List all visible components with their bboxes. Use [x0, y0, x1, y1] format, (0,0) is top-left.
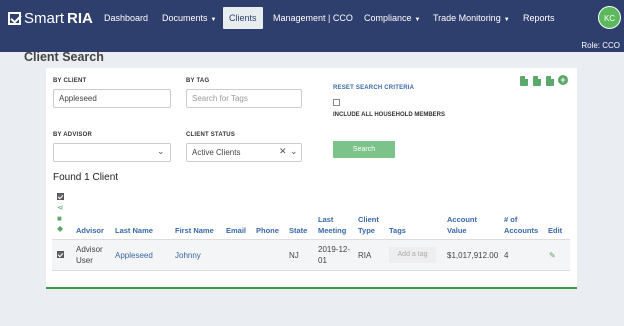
export-pdf-icon[interactable]	[546, 76, 554, 86]
col-edit: Edit	[548, 226, 563, 235]
by-tag-label: BY TAG	[186, 78, 210, 84]
page-title: Client Search	[24, 50, 104, 64]
row-last-meeting-line1: 2019-12-	[318, 245, 351, 254]
caret-down-icon: ▼	[414, 17, 421, 23]
results-count: Found 1 Client	[53, 172, 119, 183]
row-state: NJ	[289, 251, 299, 260]
nav-management-label: Management | CCO	[273, 13, 353, 23]
nav-clients-label: Clients	[229, 13, 257, 23]
nav-trade-monitoring-label: Trade Monitoring	[433, 13, 501, 23]
client-status-label: CLIENT STATUS	[186, 132, 236, 138]
nav-reports-label: Reports	[523, 13, 555, 23]
lock-icon[interactable]: ■	[57, 215, 62, 223]
row-client-type: RIA	[358, 251, 372, 260]
household-checkbox[interactable]	[333, 99, 340, 106]
col-last-meeting-line1: Last	[318, 215, 334, 224]
col-first-name[interactable]: First Name	[175, 225, 214, 236]
caret-down-icon: ▼	[210, 17, 217, 23]
chevron-down-icon: ⌄	[157, 146, 165, 156]
col-num-accounts-line2: Accounts	[504, 226, 539, 235]
nav-dashboard[interactable]: Dashboard	[98, 7, 154, 29]
reset-search-link[interactable]: RESET SEARCH CRITERIA	[333, 85, 414, 91]
nav-management-cco[interactable]: Management | CCO	[267, 7, 359, 29]
col-client-type[interactable]: Client Type	[358, 214, 379, 236]
household-label: INCLUDE ALL HOUSEHOLD MEMBERS	[333, 112, 446, 118]
add-client-plus-icon[interactable]: +	[558, 75, 568, 85]
nav-trade-monitoring[interactable]: Trade Monitoring ▼	[427, 7, 516, 29]
pencil-edit-icon[interactable]: ✎	[549, 251, 556, 260]
advisor-select[interactable]	[53, 143, 171, 162]
col-last-meeting[interactable]: Last Meeting	[318, 214, 346, 236]
logo-text-light: Smart	[24, 10, 65, 27]
export-excel-icon[interactable]	[520, 76, 528, 86]
row-advisor-line1: Advisor	[76, 245, 103, 254]
nav-dashboard-label: Dashboard	[104, 13, 149, 23]
row-last-meeting-line2: 01	[318, 256, 327, 265]
nav-reports[interactable]: Reports	[517, 7, 561, 29]
row-first-name-link[interactable]: Johnny	[175, 250, 201, 261]
chevron-down-icon: ⌄	[290, 146, 298, 156]
by-client-input[interactable]: Appleseed	[53, 89, 171, 108]
col-email[interactable]: Email	[226, 225, 246, 236]
row-advisor-line2: User	[76, 256, 93, 265]
col-num-accounts-line1: # of	[504, 215, 518, 224]
select-all-checkbox[interactable]	[57, 193, 64, 200]
export-csv-icon[interactable]	[533, 76, 541, 86]
col-account-value[interactable]: Account Value	[447, 214, 477, 236]
col-phone[interactable]: Phone	[256, 225, 279, 236]
share-icon[interactable]: ⋖	[57, 204, 64, 212]
row-last-name-link[interactable]: Appleseed	[115, 250, 153, 261]
row-advisor: Advisor User	[76, 244, 103, 266]
nav-clients[interactable]: Clients	[223, 7, 263, 29]
col-account-value-line2: Value	[447, 226, 467, 235]
add-tag-button[interactable]: Add a tag	[389, 247, 436, 263]
top-navigation-bar: Smart RIA Dashboard Documents ▼ Clients Ma…	[0, 0, 624, 52]
col-advisor[interactable]: Advisor	[76, 225, 104, 236]
nav-documents-label: Documents	[162, 13, 208, 23]
caret-down-icon: ▼	[503, 17, 510, 23]
user-avatar[interactable]: KC	[598, 6, 621, 29]
col-client-type-line2: Type	[358, 226, 375, 235]
smartria-logo[interactable]: Smart RIA	[8, 10, 93, 27]
tag-icon[interactable]: ◆	[57, 225, 63, 233]
row-num-accounts: 4	[504, 251, 509, 260]
col-last-meeting-line2: Meeting	[318, 226, 347, 235]
client-search-card: BY CLIENT Appleseed BY TAG Search for Ta…	[46, 68, 577, 289]
nav-documents[interactable]: Documents ▼	[156, 7, 222, 29]
by-advisor-label: BY ADVISOR	[53, 132, 93, 138]
search-button[interactable]: Search	[333, 141, 395, 158]
col-tags[interactable]: Tags	[389, 225, 406, 236]
col-num-accounts[interactable]: # of Accounts	[504, 214, 538, 236]
nav-compliance-label: Compliance	[364, 13, 412, 23]
logo-text-bold: RIA	[67, 10, 93, 27]
col-account-value-line1: Account	[447, 215, 477, 224]
col-client-type-line1: Client	[358, 215, 379, 224]
nav-compliance[interactable]: Compliance ▼	[358, 7, 426, 29]
role-label: Role: CCO	[581, 41, 620, 50]
tag-search-input[interactable]: Search for Tags	[186, 89, 302, 108]
row-account-value: $1,017,912.00	[447, 251, 499, 260]
col-state[interactable]: State	[289, 225, 307, 236]
by-client-label: BY CLIENT	[53, 78, 87, 84]
row-last-meeting: 2019-12- 01	[318, 244, 350, 266]
row-checkbox[interactable]	[57, 251, 64, 258]
col-last-name[interactable]: Last Name	[115, 225, 153, 236]
clear-x-icon[interactable]: ✕	[279, 146, 287, 157]
check-logo-icon	[8, 12, 21, 25]
